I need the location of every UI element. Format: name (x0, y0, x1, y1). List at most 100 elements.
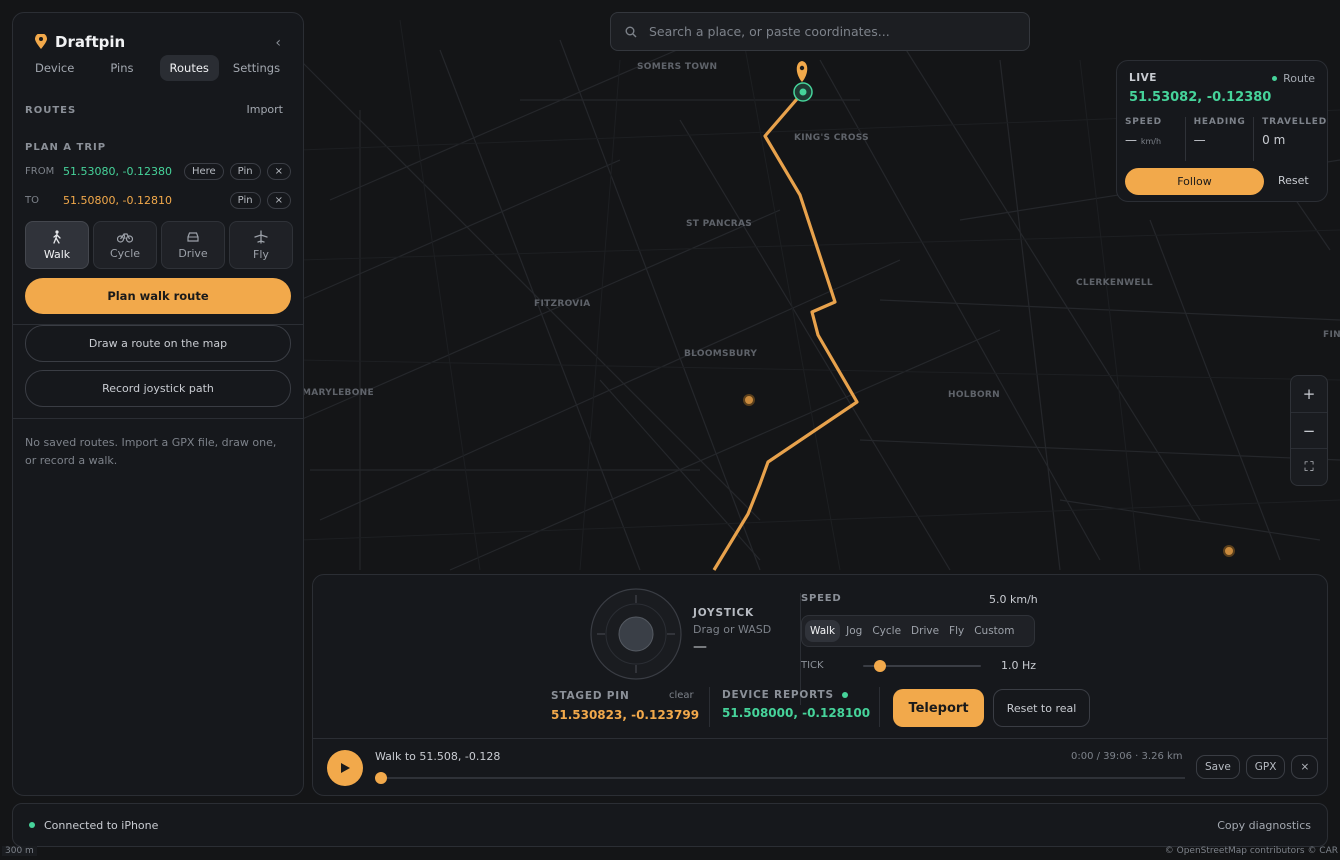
from-clear-button[interactable]: × (266, 163, 291, 180)
playback-thumb[interactable] (375, 772, 387, 784)
here-button[interactable]: Here (183, 163, 224, 180)
search-bar (610, 12, 1030, 51)
speed-unit: km/h (1140, 137, 1162, 146)
search-input[interactable] (649, 24, 1009, 39)
bicycle-icon (117, 232, 133, 243)
mode-label: Fly (253, 247, 269, 261)
map-label: SOMERS TOWN (637, 62, 718, 72)
heading-label: HEADING (1193, 117, 1246, 127)
tab-settings[interactable]: Settings (223, 55, 290, 81)
speed-value: — (1125, 133, 1137, 147)
device-reports-text: DEVICE REPORTS (722, 689, 834, 701)
status-bar: Connected to iPhone Copy diagnostics (12, 803, 1328, 847)
sidebar-tabs: Device Pins Routes Settings (25, 55, 290, 81)
tab-pins[interactable]: Pins (100, 55, 143, 81)
map-attribution[interactable]: © OpenStreetMap contributors © CAR (1165, 846, 1338, 856)
map-label: FIN (1323, 330, 1340, 340)
mode-fly[interactable]: Fly (229, 221, 293, 269)
follow-button[interactable]: Follow (1125, 168, 1264, 195)
app-name: Draftpin (55, 33, 126, 51)
live-coords: 51.53082, -0.12380 (1129, 90, 1272, 105)
map-scale: 300 m (2, 846, 37, 856)
playback-title: Walk to 51.508, -0.128 (375, 750, 501, 763)
reset-button[interactable]: Reset (1278, 174, 1309, 187)
fullscreen-icon[interactable]: ⛶ (1291, 449, 1327, 485)
record-path-button[interactable]: Record joystick path (25, 370, 291, 407)
mode-label: Cycle (109, 246, 141, 260)
playback-time: 0:00 / 39:06 · 3.26 km (1071, 751, 1183, 762)
speed-mode-drive[interactable]: Drive (907, 620, 943, 642)
staged-clear-button[interactable]: clear (669, 690, 694, 701)
close-playback-button[interactable]: × (1291, 755, 1319, 779)
mode-label: Drive (178, 246, 208, 260)
mode-cycle[interactable]: Cycle (93, 221, 157, 269)
tick-value: 1.0 Hz (1001, 659, 1037, 672)
reset-to-real-button[interactable]: Reset to real (993, 689, 1090, 727)
speed-mode-walk[interactable]: Walk (805, 620, 841, 642)
map-label: BLOOMSBURY (684, 349, 758, 359)
speed-label: SPEED (1125, 117, 1162, 127)
from-row: FROM 51.53080, -0.12380 Here Pin × (25, 163, 291, 180)
copy-diagnostics-button[interactable]: Copy diagnostics (1217, 819, 1311, 832)
speed-mode-jog[interactable]: Jog (842, 620, 866, 642)
from-label: FROM (25, 166, 55, 177)
speed-mode-selector: Walk Jog Cycle Drive Fly Custom (801, 615, 1035, 647)
tab-device[interactable]: Device (25, 55, 84, 81)
device-reports-value: 51.508000, -0.128100 (722, 706, 871, 720)
pin-logo-icon (35, 34, 47, 49)
connection-dot (29, 822, 35, 828)
tick-slider[interactable] (863, 660, 981, 672)
map-label: FITZROVIA (534, 299, 591, 309)
live-label: LIVE (1129, 72, 1157, 84)
save-route-button[interactable]: Save (1196, 755, 1240, 779)
car-icon (187, 231, 199, 242)
route-line (712, 90, 859, 571)
sidebar: Draftpin ‹ Device Pins Routes Settings R… (12, 12, 304, 796)
travelled-stat: TRAVELLED 0 m (1254, 117, 1327, 161)
device-status-dot (841, 692, 848, 698)
travel-mode-selector: Walk Cycle Drive Fly (25, 221, 293, 269)
divider (13, 418, 303, 419)
plane-icon (254, 229, 268, 244)
to-clear-button[interactable]: × (266, 192, 291, 209)
zoom-out-button[interactable]: − (1291, 413, 1327, 450)
joystick-pad[interactable] (589, 587, 683, 681)
zoom-controls: + − ⛶ (1290, 375, 1328, 486)
plan-route-button[interactable]: Plan walk route (25, 278, 291, 314)
heading-value: — (1193, 133, 1206, 147)
tick-slider-thumb[interactable] (873, 660, 886, 672)
from-pin-button[interactable]: Pin (229, 163, 261, 180)
collapse-sidebar-icon[interactable]: ‹ (275, 35, 281, 51)
teleport-button[interactable]: Teleport (893, 689, 984, 727)
routes-heading: ROUTES (25, 105, 77, 116)
device-reports-label: DEVICE REPORTS (722, 689, 848, 701)
zoom-in-button[interactable]: + (1291, 376, 1327, 413)
export-gpx-button[interactable]: GPX (1245, 755, 1286, 779)
tab-routes[interactable]: Routes (159, 55, 219, 81)
mode-drive[interactable]: Drive (161, 221, 225, 269)
speed-mode-custom[interactable]: Custom (970, 620, 1018, 642)
live-panel: LIVE Route 51.53082, -0.12380 SPEED — km… (1116, 60, 1328, 202)
plan-trip-heading: PLAN A TRIP (25, 142, 107, 153)
playback-scrubber[interactable] (375, 772, 1185, 784)
mode-label: Walk (43, 247, 71, 261)
divider (709, 687, 710, 727)
walk-icon (53, 229, 61, 244)
draw-route-button[interactable]: Draw a route on the map (25, 325, 291, 362)
control-panel: JOYSTICK Drag or WASD — SPEED 5.0 km/h W… (312, 574, 1328, 796)
play-button[interactable] (327, 750, 363, 786)
speed-section-label: SPEED (801, 593, 842, 604)
mode-walk[interactable]: Walk (25, 221, 89, 269)
speed-mode-fly[interactable]: Fly (945, 620, 968, 642)
speed-mode-cycle[interactable]: Cycle (868, 620, 905, 642)
playback-actions: Save GPX × (1196, 755, 1319, 779)
route-status: Route (1272, 72, 1315, 85)
speed-section-value: 5.0 km/h (989, 593, 1038, 606)
joystick-title: JOYSTICK (693, 607, 754, 619)
staged-pin-value: 51.530823, -0.123799 (551, 708, 700, 722)
search-icon (625, 26, 637, 37)
to-pin-button[interactable]: Pin (229, 192, 261, 209)
import-button[interactable]: Import (246, 103, 283, 116)
joystick-value: — (693, 639, 707, 655)
to-value: 51.50800, -0.12810 (63, 194, 172, 207)
